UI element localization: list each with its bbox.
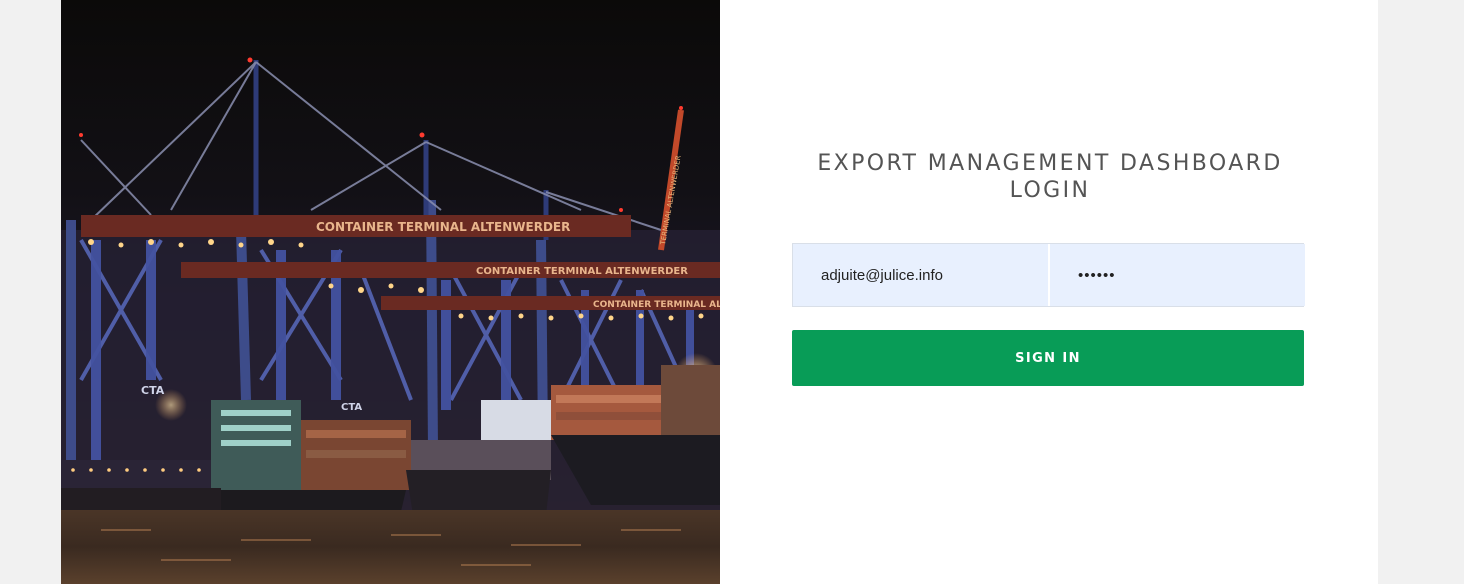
terminal-sign-main: CONTAINER TERMINAL ALTENWERDER [316,220,570,234]
terminal-sign-second: CONTAINER TERMINAL ALTENWERDER [476,266,688,277]
title-line-2: LOGIN [1009,178,1091,203]
sign-in-button[interactable]: SIGN IN [792,330,1304,386]
cta-logo-second: CTA [341,402,362,413]
terminal-sign-third: CONTAINER TERMINAL ALTENWERDER [593,300,720,310]
login-page: TERMINAL ALTENWERDER CONTAINER TERMINAL … [0,0,1464,584]
cta-logo: CTA [141,384,165,397]
container-terminal-illustration: TERMINAL ALTENWERDER CONTAINER TERMINAL … [61,57,720,584]
email-field[interactable] [793,244,1048,306]
page-title: EXPORT MANAGEMENT DASHBOARD LOGIN [780,150,1320,204]
credentials-row [792,243,1305,307]
title-line-1: EXPORT MANAGEMENT DASHBOARD [817,151,1283,176]
hero-image: TERMINAL ALTENWERDER CONTAINER TERMINAL … [61,0,720,584]
login-card: TERMINAL ALTENWERDER CONTAINER TERMINAL … [61,0,1378,584]
login-panel: EXPORT MANAGEMENT DASHBOARD LOGIN SIGN I… [720,0,1378,584]
password-field[interactable] [1048,244,1305,306]
